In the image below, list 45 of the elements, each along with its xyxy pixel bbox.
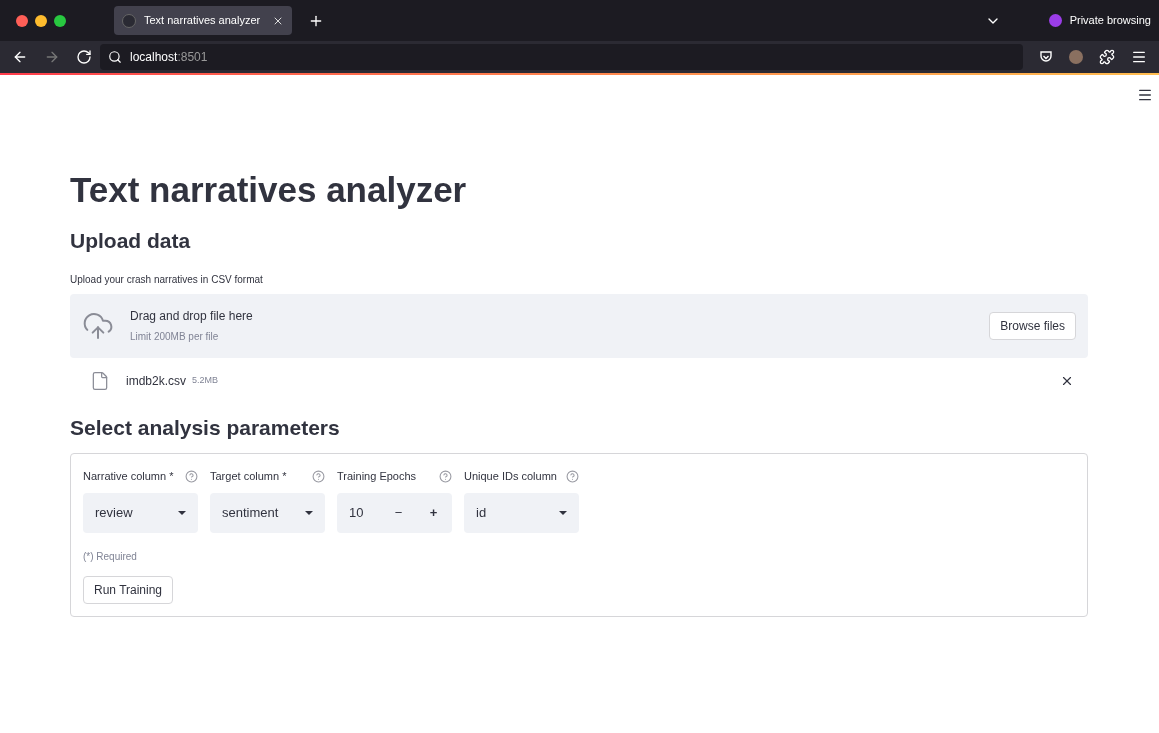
pocket-icon[interactable] (1039, 50, 1053, 64)
file-dropzone[interactable]: Drag and drop file here Limit 200MB per file Browse files (70, 293, 1088, 358)
extensions-icon[interactable] (1099, 49, 1115, 65)
number-input[interactable]: 10 (337, 502, 381, 523)
caret-icon (178, 510, 186, 515)
dropzone-title: Drag and drop file here (130, 308, 253, 325)
browser-tab[interactable]: Text narratives analyzer (114, 6, 292, 35)
zoom-window-icon[interactable] (54, 14, 66, 27)
section-heading: Upload data (70, 228, 192, 254)
field-label: Target column * (210, 469, 287, 484)
address-bar[interactable]: localhost:8501 (100, 44, 1023, 70)
field-label: Unique IDs column (464, 469, 557, 484)
site-icon (122, 13, 136, 28)
field-label: Training Epochs (337, 469, 417, 484)
help-icon[interactable] (439, 469, 452, 483)
file-size: 5.2MB (192, 373, 219, 387)
file-name: imdb2k.csv (126, 372, 187, 390)
required-note: (*) Required (83, 549, 138, 564)
field-label: Narrative column * (83, 469, 174, 484)
help-icon[interactable] (312, 469, 325, 483)
forward-icon[interactable] (44, 49, 60, 65)
menu-icon[interactable] (1137, 87, 1153, 103)
increment-button[interactable]: + (416, 492, 451, 533)
menu-icon[interactable] (1131, 49, 1147, 65)
back-icon[interactable] (12, 49, 28, 65)
browse-files-button[interactable]: Browse files (989, 311, 1076, 340)
select-field[interactable]: id (464, 492, 579, 533)
upload-label: Upload your crash narratives in CSV format (70, 272, 264, 287)
run-training-button[interactable]: Run Training (83, 575, 174, 604)
private-browsing-label: Private browsing (1069, 13, 1151, 29)
select-field[interactable]: review (83, 492, 198, 533)
caret-icon (305, 510, 313, 515)
close-window-icon[interactable] (16, 14, 28, 27)
help-icon[interactable] (566, 469, 579, 483)
caret-icon (559, 510, 567, 515)
decrement-button[interactable]: − (381, 492, 416, 533)
section-heading: Select analysis parameters (70, 414, 341, 441)
page-title: Text narratives analyzer (70, 169, 468, 211)
reload-icon[interactable] (76, 49, 92, 65)
file-icon (90, 370, 110, 391)
avatar-icon[interactable] (1069, 50, 1083, 64)
select-field[interactable]: sentiment (210, 492, 325, 533)
dropzone-hint: Limit 200MB per file (130, 330, 220, 344)
help-icon[interactable] (185, 469, 198, 483)
minimize-window-icon[interactable] (35, 14, 47, 27)
